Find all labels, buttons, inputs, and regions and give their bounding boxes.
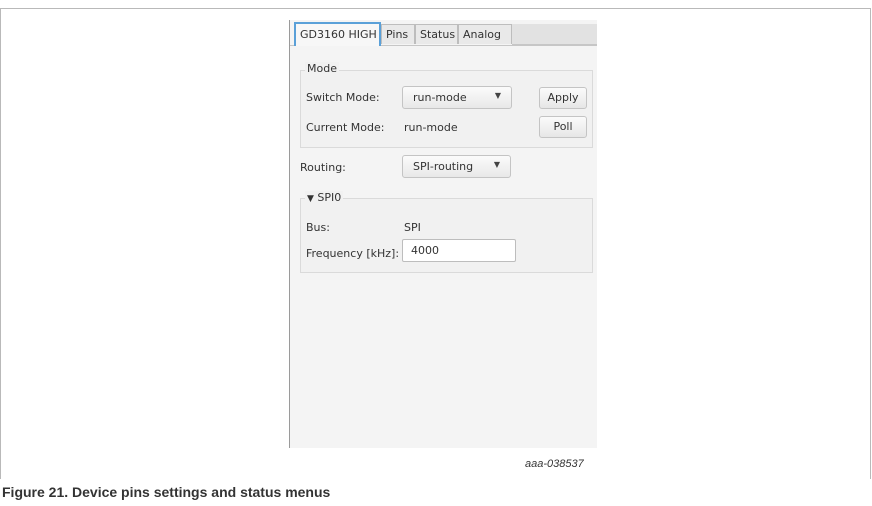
tab-analog[interactable]: Analog xyxy=(458,24,512,44)
current-mode-value: run-mode xyxy=(404,121,458,134)
device-panel: GD3160 HIGH Pins Status Analog Mode Swit… xyxy=(289,20,597,448)
mode-legend: Mode xyxy=(305,62,339,75)
tab-label: Pins xyxy=(386,28,409,41)
switch-mode-value: run-mode xyxy=(413,91,467,104)
apply-button[interactable]: Apply xyxy=(539,87,587,109)
figure-caption: Figure 21. Device pins settings and stat… xyxy=(2,484,331,500)
spi0-legend: SPI0 xyxy=(317,191,342,204)
current-mode-label: Current Mode: xyxy=(306,121,385,134)
tab-status[interactable]: Status xyxy=(415,24,458,44)
frequency-label: Frequency [kHz]: xyxy=(306,247,400,260)
tab-pins[interactable]: Pins xyxy=(381,24,415,44)
switch-mode-select[interactable]: run-mode ▼ xyxy=(402,86,512,109)
chevron-down-icon: ▼ xyxy=(493,160,500,169)
spi0-collapse-toggle[interactable]: ▼ SPI0 xyxy=(305,191,344,204)
chevron-down-icon: ▼ xyxy=(494,91,501,100)
routing-value: SPI-routing xyxy=(413,160,474,173)
tab-bar-filler xyxy=(512,24,597,45)
routing-label: Routing: xyxy=(300,161,346,174)
routing-select[interactable]: SPI-routing ▼ xyxy=(402,155,511,178)
tab-gd3160-high[interactable]: GD3160 HIGH xyxy=(294,22,381,46)
frequency-input[interactable]: 4000 xyxy=(402,239,516,262)
frequency-value: 4000 xyxy=(411,244,439,257)
tab-label: GD3160 HIGH xyxy=(300,28,377,41)
poll-button[interactable]: Poll xyxy=(539,116,587,138)
figure-id-watermark: aaa-038537 xyxy=(525,458,584,470)
tab-bar: GD3160 HIGH Pins Status Analog xyxy=(290,20,597,46)
tab-label: Analog xyxy=(463,28,502,41)
triangle-down-icon: ▼ xyxy=(307,194,314,204)
switch-mode-label: Switch Mode: xyxy=(306,91,380,104)
tab-label: Status xyxy=(420,28,456,41)
bus-value: SPI xyxy=(404,221,421,234)
bus-label: Bus: xyxy=(306,221,330,234)
